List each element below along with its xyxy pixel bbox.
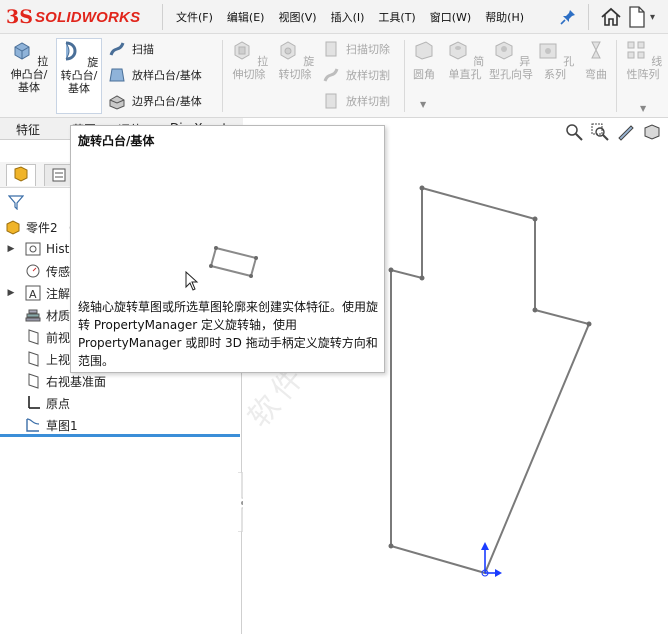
revolve-preview-illustration — [209, 246, 258, 278]
chevron-right-icon[interactable]: ▶ — [6, 288, 16, 298]
tree-item-label: 右视基准面 — [46, 374, 107, 389]
swept-cut-button[interactable]: 扫描切除 — [322, 38, 390, 60]
extrude-cut-button[interactable]: 拉伸切除 — [226, 38, 272, 114]
lofted-cut-button[interactable]: 放样切割 — [322, 64, 390, 86]
plane-icon — [28, 373, 39, 389]
plane-icon — [28, 329, 39, 345]
linear-pattern-button[interactable]: 线性阵列 — [620, 38, 666, 114]
ribbon-separator — [404, 40, 405, 112]
wrap-icon — [591, 41, 601, 59]
hole-series-button[interactable]: 孔系列 — [532, 38, 578, 114]
revolve-boss-icon — [65, 41, 77, 61]
feature-tree-icon — [14, 166, 28, 182]
sketch-points — [388, 185, 592, 549]
svg-text:A: A — [29, 288, 37, 301]
brand-name: SOLIDWORKS — [34, 8, 141, 26]
new-document-icon[interactable] — [628, 6, 646, 28]
fillet-label: 圆角 — [413, 68, 435, 81]
tree-item-origin[interactable]: 原点 — [16, 392, 258, 414]
menu-insert[interactable]: 插入(I) — [331, 9, 365, 25]
menu-view[interactable]: 视图(V) — [278, 9, 316, 25]
mouse-cursor-icon — [185, 271, 199, 291]
history-icon — [25, 242, 41, 256]
fillet-icon — [415, 41, 433, 60]
boundary-cut-button[interactable]: 放样切割 — [322, 90, 390, 112]
lofted-cut-icon — [323, 68, 339, 82]
sensor-icon — [26, 264, 40, 278]
chevron-down-icon[interactable]: ▾ — [650, 12, 655, 23]
property-manager-icon — [52, 168, 66, 182]
tooltip-description: 绕轴心旋转草图或所选草图轮廓来创建实体特征。使用旋转 PropertyManag… — [78, 300, 379, 368]
wrap-button[interactable]: 弯曲 — [578, 38, 614, 114]
menu-separator — [162, 4, 163, 30]
ribbon-separator — [616, 40, 617, 112]
extrude-cut-icon — [234, 41, 250, 60]
annotation-icon: A — [25, 285, 41, 301]
wrap-label: 弯曲 — [585, 68, 607, 81]
extrude-boss-icon — [14, 42, 30, 60]
boundary-cut-icon — [325, 93, 337, 109]
sweep-icon — [109, 42, 125, 56]
linear-pattern-icon — [627, 41, 645, 59]
origin-icon — [28, 396, 40, 409]
swept-cut-label: 扫描切除 — [346, 43, 390, 56]
hole-series-icon — [539, 43, 557, 59]
menu-bar: 3S SOLIDWORKS 文件(F) 编辑(E) 视图(V) 插入(I) 工具… — [0, 0, 668, 34]
menu-edit[interactable]: 编辑(E) — [227, 9, 265, 25]
chevron-down-icon[interactable]: ▼ — [420, 100, 426, 109]
chevron-right-icon[interactable]: ▶ — [6, 244, 16, 254]
tree-item-label: 草图1 — [46, 418, 78, 433]
tooltip-title: 旋转凸台/基体 — [78, 134, 155, 148]
tab-features[interactable]: 特征 — [16, 121, 40, 138]
revolve-boss-button[interactable]: 旋转凸台/基体 — [56, 38, 102, 114]
loft-boss-label: 放样凸台/基体 — [132, 69, 202, 82]
loft-boss-icon — [109, 68, 125, 82]
sketch-icon — [26, 418, 40, 432]
hole-wizard-button[interactable]: 异型孔向导 — [488, 38, 534, 114]
loft-boss-button[interactable]: 放样凸台/基体 — [108, 64, 202, 86]
main-menu: 文件(F) 编辑(E) 视图(V) 插入(I) 工具(T) 窗口(W) 帮助(H… — [176, 0, 538, 34]
tree-item-label: 注解 — [46, 286, 71, 301]
boundary-boss-label: 边界凸台/基体 — [132, 95, 202, 108]
plane-icon — [28, 351, 39, 367]
ribbon-separator — [222, 40, 223, 112]
brand-prefix: 3S — [6, 6, 33, 28]
sweep-button[interactable]: 扫描 — [108, 38, 154, 60]
menu-separator — [588, 4, 589, 30]
tab-feature-tree[interactable] — [6, 164, 36, 186]
extrude-boss-button[interactable]: 拉伸凸台/基体 — [6, 38, 52, 114]
menu-window[interactable]: 窗口(W) — [430, 9, 471, 25]
solidworks-logo[interactable]: 3S SOLIDWORKS — [6, 4, 156, 30]
boundary-cut-label: 放样切割 — [346, 95, 390, 108]
command-manager: 拉伸凸台/基体 旋转凸台/基体 扫描 放样凸台/基体 边界凸台/基体 拉伸切除 — [0, 34, 668, 118]
tree-item-right-plane[interactable]: 右视基准面 — [16, 370, 258, 392]
simple-hole-button[interactable]: 简单直孔 — [442, 38, 488, 114]
boundary-boss-icon — [109, 95, 125, 110]
menu-file[interactable]: 文件(F) — [176, 9, 213, 25]
hole-wizard-icon — [495, 41, 513, 60]
rollback-bar[interactable] — [0, 434, 240, 437]
filter-icon[interactable] — [8, 194, 24, 210]
sweep-label: 扫描 — [132, 43, 154, 56]
menu-help[interactable]: 帮助(H) — [485, 9, 524, 25]
boundary-boss-button[interactable]: 边界凸台/基体 — [108, 90, 202, 112]
revolve-cut-button[interactable]: 旋转切除 — [272, 38, 318, 114]
simple-hole-icon — [449, 41, 467, 60]
home-icon[interactable] — [600, 6, 622, 28]
command-tooltip: 旋转凸台/基体 绕轴心旋转草图或所选草图轮廓来创建实体特征。使用旋转 Prope… — [70, 125, 385, 373]
revolve-cut-icon — [280, 41, 296, 60]
menu-tools[interactable]: 工具(T) — [378, 9, 415, 25]
tree-item-label: 原点 — [46, 396, 71, 411]
chevron-down-icon[interactable]: ▼ — [640, 104, 646, 113]
lofted-cut-label: 放样切割 — [346, 69, 390, 82]
tree-item-sketch1[interactable]: 草图1 — [16, 414, 258, 436]
swept-cut-icon — [325, 41, 337, 57]
pin-icon[interactable] — [560, 9, 576, 25]
material-icon — [25, 309, 41, 322]
sketch-profile[interactable] — [390, 187, 591, 575]
part-icon — [6, 220, 20, 235]
